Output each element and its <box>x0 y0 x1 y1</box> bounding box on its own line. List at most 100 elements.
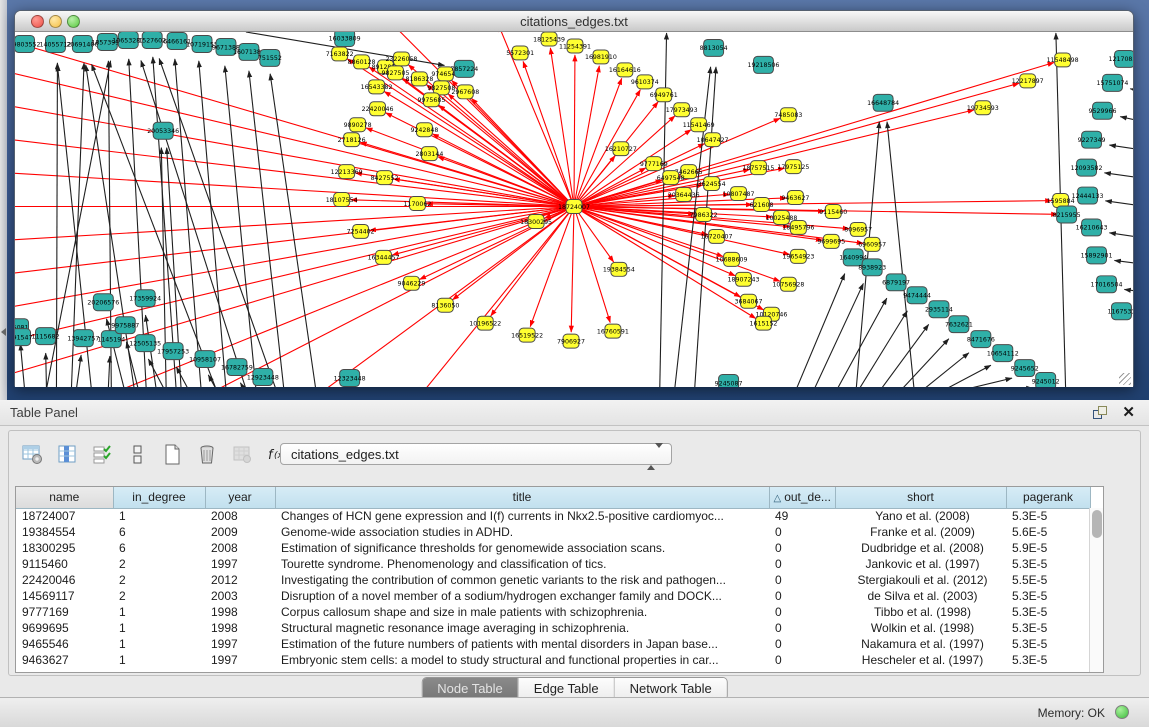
graph-node[interactable]: 20206576 <box>87 294 119 311</box>
graph-node[interactable]: 5572301 <box>506 46 534 60</box>
table-row[interactable]: 969969511998Structural magnetic resonanc… <box>16 620 1090 636</box>
graph-node[interactable]: 15751074 <box>1097 74 1129 91</box>
graph-node[interactable]: 1167533 <box>1108 303 1133 320</box>
graph-node[interactable]: 10756928 <box>772 277 804 291</box>
table-row[interactable]: 946362711997Embryonic stem cells: a mode… <box>16 652 1090 668</box>
graph-node[interactable]: 6879197 <box>882 274 910 291</box>
graph-node[interactable]: 19803552 <box>15 35 41 52</box>
graph-node[interactable]: 8136050 <box>431 298 459 312</box>
column-header-title[interactable]: title <box>275 487 769 508</box>
table-settings-icon[interactable] <box>21 443 43 465</box>
table-row[interactable]: 911546021997Tourette syndrome. Phenomeno… <box>16 556 1090 572</box>
graph-node[interactable]: 13942757 <box>67 330 99 347</box>
graph-node[interactable]: 9610374 <box>631 75 659 89</box>
graph-node[interactable]: 1115682 <box>32 328 60 345</box>
table-row[interactable]: 1938455462009Genome-wide association stu… <box>16 524 1090 540</box>
graph-node[interactable]: 11548498 <box>1047 53 1079 67</box>
graph-node[interactable]: 16033809 <box>329 32 361 46</box>
graph-node[interactable]: 10807487 <box>723 187 755 201</box>
graph-node[interactable]: 8471676 <box>967 331 995 348</box>
graph-node[interactable]: 16519522 <box>511 328 543 342</box>
graph-node[interactable]: 19654923 <box>782 249 814 263</box>
column-header-out_de[interactable]: △out_de... <box>769 487 835 508</box>
window-titlebar[interactable]: citations_edges.txt <box>15 11 1133 32</box>
graph-node[interactable]: 6949761 <box>650 88 678 102</box>
graph-node[interactable]: 6960957 <box>858 237 886 251</box>
graph-node[interactable]: 17957253 <box>157 343 189 360</box>
column-header-year[interactable]: year <box>205 487 275 508</box>
graph-node[interactable]: 16981910 <box>585 50 617 64</box>
graph-node[interactable]: 11541469 <box>683 118 715 132</box>
column-header-name[interactable]: name <box>16 487 113 508</box>
network-canvas-container[interactable]: 1872400771638228860128891295423226058982… <box>15 32 1133 387</box>
graph-node[interactable]: 1595884 <box>1047 194 1075 208</box>
graph-node[interactable]: 8813054 <box>700 39 728 56</box>
new-table-icon[interactable] <box>161 443 183 465</box>
graph-node[interactable]: 8096957 <box>844 222 872 236</box>
graph-node[interactable]: 7857224 <box>450 60 478 77</box>
scrollbar-thumb[interactable] <box>1092 510 1102 538</box>
panel-collapse-arrow-icon[interactable] <box>1 328 6 336</box>
graph-node[interactable]: 19218506 <box>748 56 780 73</box>
graph-node[interactable]: 19384554 <box>603 262 635 276</box>
column-header-in_degree[interactable]: in_degree <box>113 487 205 508</box>
table-row[interactable]: 977716911998Corpus callosum shape and si… <box>16 604 1090 620</box>
graph-node[interactable]: 10654112 <box>987 345 1019 362</box>
table-row[interactable]: 1830029562008Estimation of significance … <box>16 540 1090 556</box>
graph-node[interactable]: 10688609 <box>716 252 748 266</box>
graph-node[interactable]: 7485083 <box>774 108 802 122</box>
graph-node[interactable]: 17975125 <box>777 160 809 174</box>
graph-node[interactable]: 19734593 <box>967 101 999 115</box>
graph-node[interactable]: 10196522 <box>469 316 501 330</box>
graph-node[interactable]: 2803144 <box>415 147 443 161</box>
graph-node[interactable]: 7906927 <box>557 334 585 348</box>
graph-node[interactable]: 8938923 <box>858 259 886 276</box>
table-row[interactable]: 1872400712008Changes of HCN gene express… <box>16 508 1090 524</box>
graph-node[interactable]: 9245652 <box>1011 360 1039 377</box>
graph-node[interactable]: 8215955 <box>1053 206 1081 223</box>
graph-node[interactable]: 16648784 <box>867 94 899 111</box>
graph-node[interactable]: 12217897 <box>1012 74 1044 88</box>
graph-node[interactable]: 12323448 <box>334 370 366 387</box>
graph-node[interactable]: 16543382 <box>361 80 393 94</box>
table-row[interactable]: 2242004622012Investigating the contribut… <box>16 572 1090 588</box>
merge-rows-icon[interactable] <box>126 443 148 465</box>
graph-node[interactable]: 3624554 <box>698 177 726 191</box>
table-row[interactable]: 946554611997Estimation of the future num… <box>16 636 1090 652</box>
graph-node[interactable]: 1527602 <box>138 32 166 48</box>
show-column-icon[interactable] <box>56 443 78 465</box>
graph-node[interactable]: 9115460 <box>819 205 847 219</box>
select-rows-icon[interactable] <box>91 443 113 465</box>
graph-node[interactable]: 9245087 <box>715 375 743 387</box>
graph-node[interactable]: 16760591 <box>597 324 629 338</box>
graph-node[interactable]: 22420046 <box>362 102 394 116</box>
graph-node[interactable]: 16782759 <box>221 359 253 376</box>
memory-status-icon[interactable] <box>1115 705 1129 719</box>
float-panel-icon[interactable] <box>1093 405 1109 421</box>
column-header-pagerank[interactable]: pagerank <box>1006 487 1090 508</box>
graph-node[interactable]: 9975887 <box>111 317 139 334</box>
graph-node[interactable]: 16344457 <box>368 250 400 264</box>
graph-node[interactable]: 20053346 <box>147 122 179 139</box>
graph-node[interactable]: 9245012 <box>1032 373 1060 387</box>
graph-node[interactable]: 10958107 <box>189 351 221 368</box>
window-resize-grip[interactable] <box>1119 373 1131 385</box>
column-header-short[interactable]: short <box>835 487 1006 508</box>
graph-node[interactable]: 9474444 <box>903 287 931 304</box>
graph-node[interactable]: 9890278 <box>344 118 372 132</box>
graph-node[interactable]: 7632621 <box>945 316 973 333</box>
graph-node[interactable]: 16210643 <box>1076 219 1108 236</box>
graph-node[interactable]: 17359924 <box>129 290 161 307</box>
graph-node[interactable]: 17973493 <box>666 103 698 117</box>
graph-node[interactable]: 391547 <box>15 329 33 346</box>
graph-node[interactable]: 751552 <box>258 49 282 66</box>
graph-node[interactable]: 17016504 <box>1091 276 1123 293</box>
graph-node[interactable]: 18107554 <box>326 193 358 207</box>
graph-node[interactable]: 12444133 <box>1072 187 1104 204</box>
graph-node[interactable]: 18757515 <box>743 161 775 175</box>
graph-node[interactable]: 9463627 <box>781 191 809 205</box>
graph-node[interactable]: 2935114 <box>925 301 953 318</box>
graph-node[interactable]: 12170836 <box>1108 50 1133 67</box>
graph-node[interactable]: 9529966 <box>1089 102 1117 119</box>
import-table-icon[interactable] <box>231 443 253 465</box>
